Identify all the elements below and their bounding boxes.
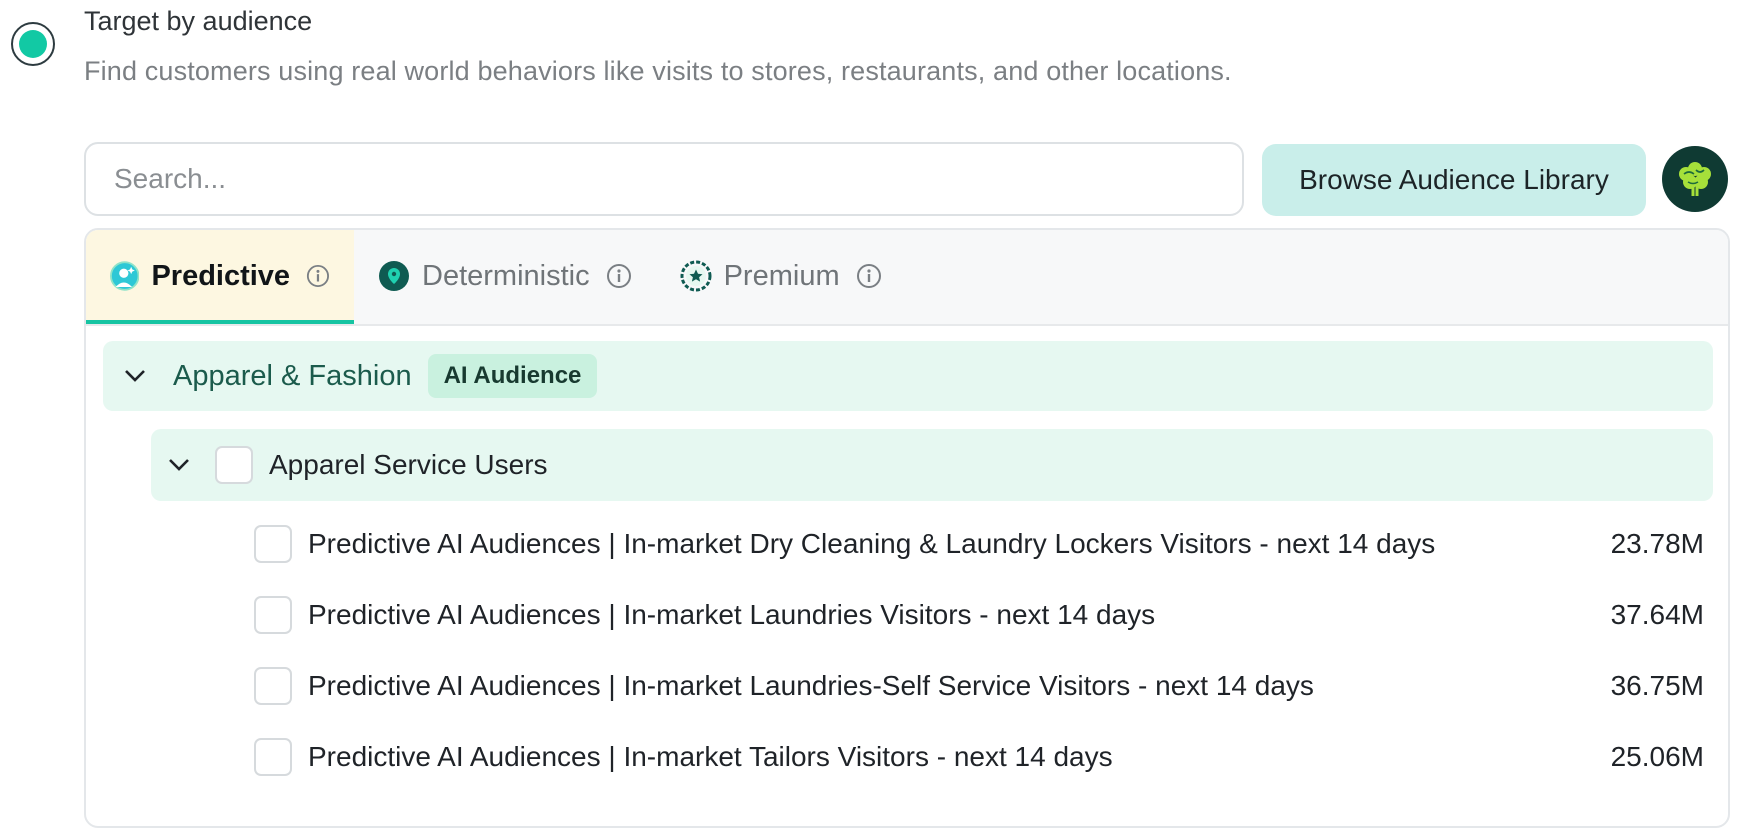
predictive-icon bbox=[110, 261, 140, 291]
location-pin-icon bbox=[379, 261, 409, 291]
browse-audience-library-button[interactable]: Browse Audience Library bbox=[1262, 144, 1646, 216]
audience-type-tabs: Predictive Deterministic Premium bbox=[86, 230, 1728, 326]
search-box[interactable] bbox=[84, 142, 1244, 216]
option-description: Find customers using real world behavior… bbox=[84, 56, 1232, 86]
info-icon[interactable] bbox=[856, 263, 882, 289]
item-label: Predictive AI Audiences | In-market Dry … bbox=[308, 528, 1436, 559]
search-input[interactable] bbox=[112, 162, 1242, 196]
avatar[interactable] bbox=[1662, 146, 1728, 212]
item-checkbox[interactable] bbox=[254, 525, 292, 563]
subcategory-checkbox[interactable] bbox=[215, 446, 253, 484]
list-item[interactable]: Predictive AI Audiences | In-market Laun… bbox=[254, 650, 1704, 722]
tab-premium[interactable]: Premium bbox=[656, 230, 906, 322]
item-checkbox[interactable] bbox=[254, 667, 292, 705]
brain-icon bbox=[1679, 162, 1711, 196]
ai-audience-badge: AI Audience bbox=[427, 354, 598, 398]
audience-panel: Predictive Deterministic Premium Apparel… bbox=[84, 228, 1730, 828]
star-badge-icon bbox=[680, 260, 712, 292]
list-item[interactable]: Predictive AI Audiences | In-market Dry … bbox=[254, 508, 1704, 580]
item-checkbox[interactable] bbox=[254, 596, 292, 634]
tab-label: Premium bbox=[723, 259, 840, 292]
item-size: 25.06M bbox=[1610, 741, 1704, 772]
info-icon[interactable] bbox=[606, 263, 632, 289]
chevron-down-icon[interactable] bbox=[161, 447, 197, 483]
option-title: Target by audience bbox=[84, 6, 313, 36]
list-item[interactable]: Predictive AI Audiences | In-market Laun… bbox=[254, 579, 1704, 651]
item-label: Predictive AI Audiences | In-market Tail… bbox=[308, 741, 1113, 772]
item-size: 37.64M bbox=[1610, 599, 1704, 630]
tab-label: Predictive bbox=[151, 259, 291, 292]
subcategory-row[interactable]: Apparel Service Users bbox=[151, 429, 1713, 501]
target-audience-radio[interactable] bbox=[11, 22, 55, 66]
category-label: Apparel & Fashion bbox=[173, 359, 412, 392]
item-label: Predictive AI Audiences | In-market Laun… bbox=[308, 599, 1156, 630]
tab-label: Deterministic bbox=[422, 259, 590, 292]
list-item[interactable]: Predictive AI Audiences | In-market Tail… bbox=[254, 721, 1704, 793]
item-size: 23.78M bbox=[1610, 528, 1704, 559]
tab-deterministic[interactable]: Deterministic bbox=[354, 230, 656, 322]
tab-predictive[interactable]: Predictive bbox=[86, 230, 354, 324]
item-label: Predictive AI Audiences | In-market Laun… bbox=[308, 670, 1314, 701]
item-size: 36.75M bbox=[1610, 670, 1704, 701]
subcategory-label: Apparel Service Users bbox=[269, 449, 548, 480]
info-icon[interactable] bbox=[306, 263, 330, 289]
radio-selected-dot bbox=[19, 30, 47, 58]
category-row[interactable]: Apparel & Fashion AI Audience bbox=[103, 341, 1713, 411]
chevron-down-icon[interactable] bbox=[117, 358, 153, 394]
item-checkbox[interactable] bbox=[254, 738, 292, 776]
